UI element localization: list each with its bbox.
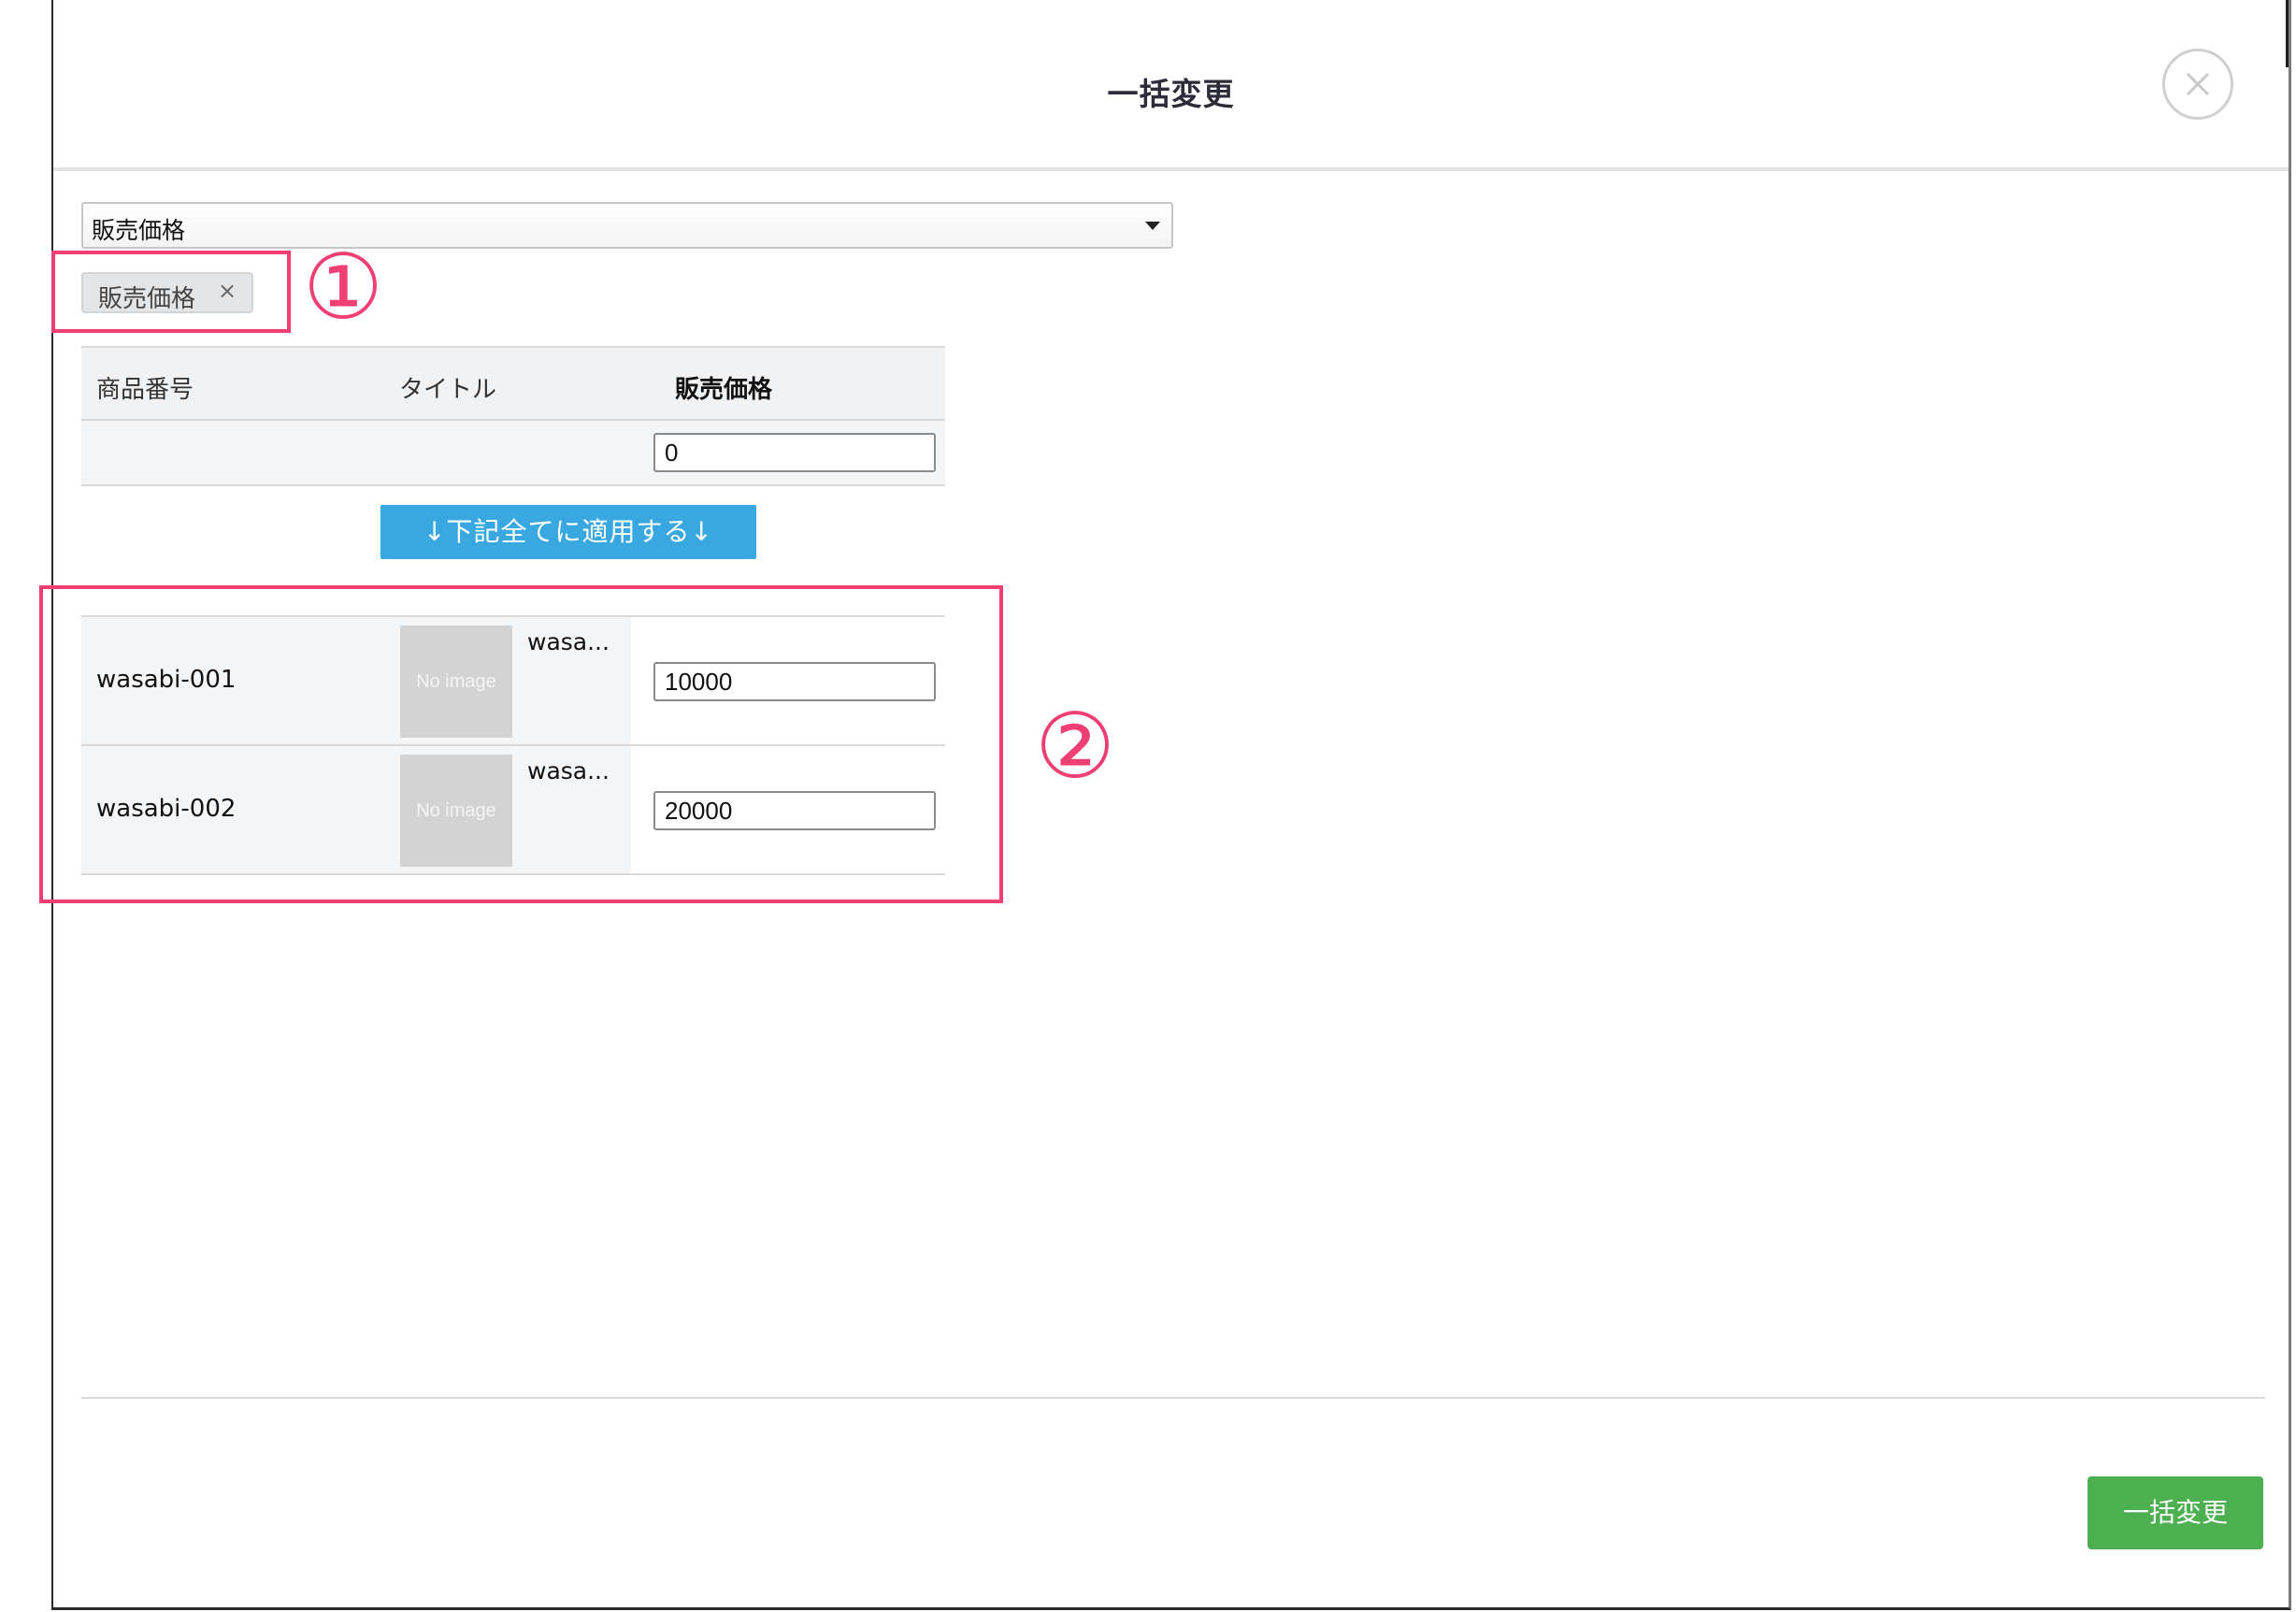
column-header-code: 商品番号	[96, 376, 194, 404]
footer-divider	[81, 1397, 2265, 1399]
bulk-edit-modal: 一括変更 販売価格 販売価格 × ① 商品番号 タイトル 販売価格 0 ↓下記全…	[39, 0, 2291, 1610]
annotation-box-1	[51, 251, 291, 333]
table-row: wasabi-002 No image wasa...	[81, 746, 945, 875]
close-icon	[2186, 72, 2210, 96]
field-select[interactable]: 販売価格	[81, 202, 1173, 249]
bulk-input-row	[81, 421, 945, 486]
item-code: wasabi-002	[96, 795, 237, 823]
field-select-value: 販売価格	[92, 217, 186, 244]
modal-header: 一括変更	[53, 0, 2289, 171]
apply-to-all-button[interactable]: ↓下記全てに適用する↓	[380, 505, 756, 559]
column-header-title: タイトル	[399, 376, 497, 404]
annotation-number-1: ①	[303, 235, 384, 339]
item-thumbnail: No image	[400, 755, 512, 867]
table-header: 商品番号 タイトル 販売価格	[81, 346, 945, 421]
column-header-price: 販売価格	[675, 376, 773, 404]
item-title: wasa...	[527, 628, 610, 655]
bulk-change-submit-button[interactable]: 一括変更	[2088, 1476, 2263, 1549]
item-title: wasa...	[527, 757, 610, 784]
close-button[interactable]	[2162, 49, 2233, 120]
item-thumbnail: No image	[400, 626, 512, 738]
item-price-input[interactable]	[653, 791, 936, 830]
bulk-price-input[interactable]	[653, 433, 936, 472]
caret-down-icon	[1145, 222, 1160, 230]
annotation-number-2: ②	[1035, 694, 1116, 799]
item-price-input[interactable]	[653, 662, 936, 701]
screen: 一括変更 販売価格 販売価格 × ① 商品番号 タイトル 販売価格 0 ↓下記全…	[0, 0, 2296, 1612]
item-code: wasabi-001	[96, 666, 237, 694]
table-row: wasabi-001 No image wasa...	[81, 617, 945, 746]
modal-title: 一括変更	[1107, 76, 1235, 112]
